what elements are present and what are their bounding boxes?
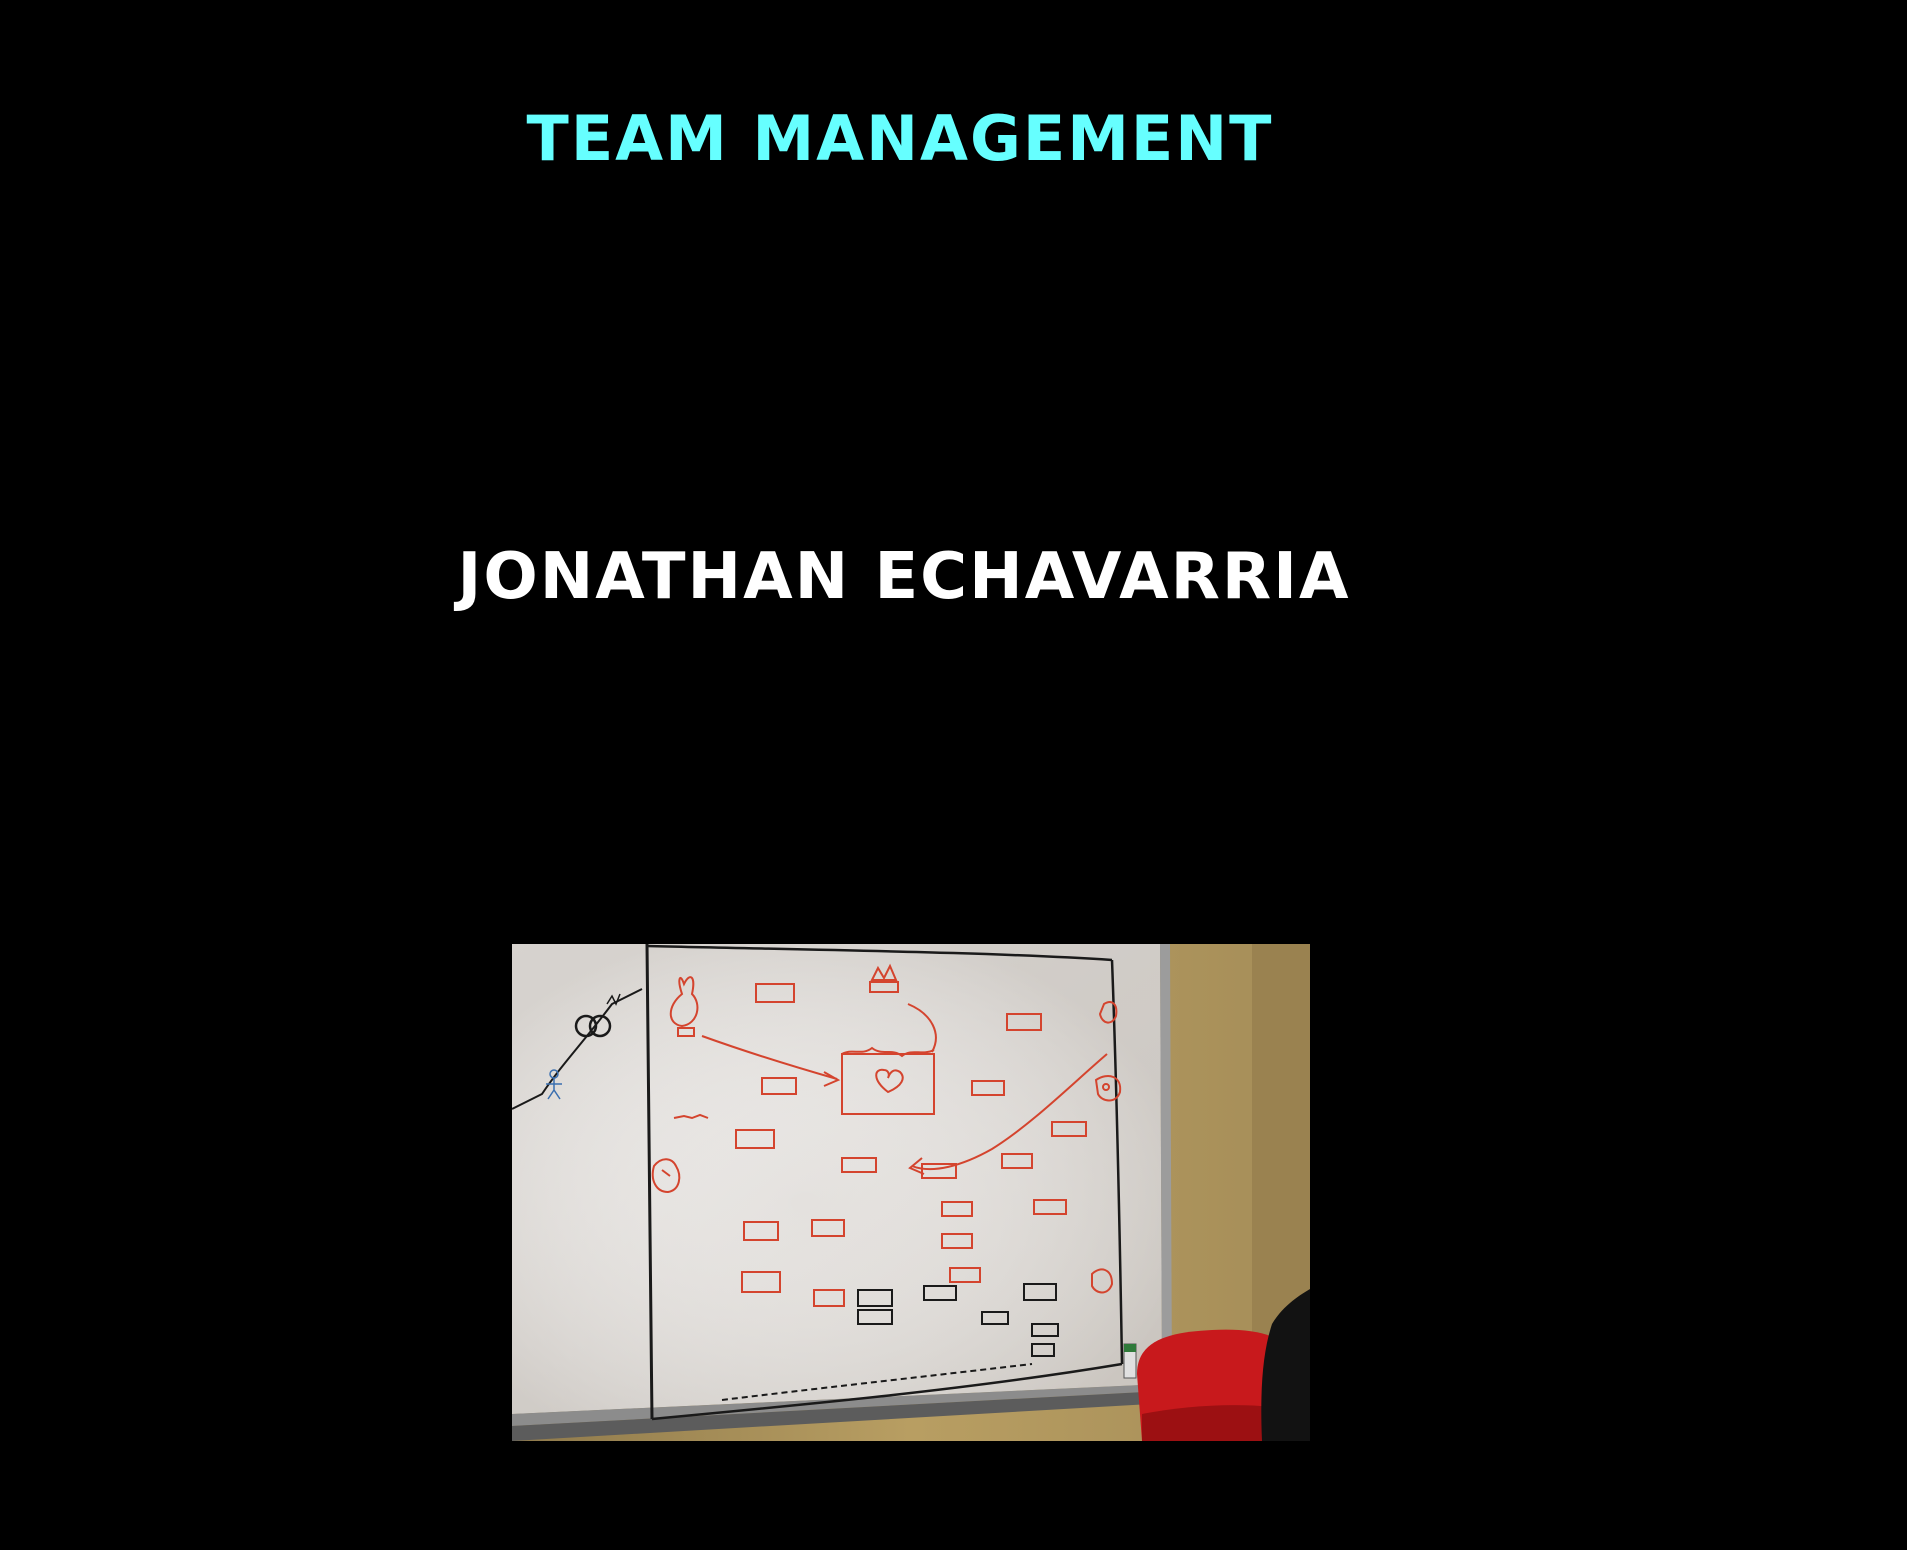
- page-title: Team Management: [526, 102, 1274, 175]
- author-name: Jonathan Echavarria: [457, 540, 1351, 614]
- whiteboard-photo: [512, 944, 1310, 1441]
- whiteboard-sketch-image: [512, 944, 1310, 1441]
